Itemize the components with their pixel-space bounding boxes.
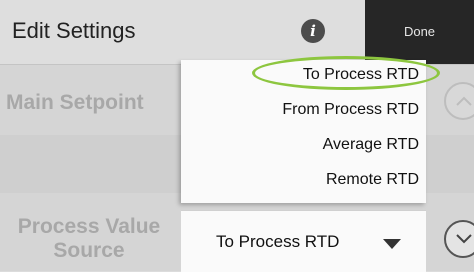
process-value-source-select[interactable]: To Process RTD (181, 210, 426, 272)
dropdown-option-to-process-rtd[interactable]: To Process RTD (303, 66, 419, 84)
done-button[interactable]: Done (365, 0, 474, 64)
info-icon[interactable]: i (301, 19, 325, 43)
main-setpoint-label: Main Setpoint (6, 91, 144, 114)
dropdown-option-remote-rtd[interactable]: Remote RTD (326, 171, 419, 189)
select-current-value: To Process RTD (216, 232, 340, 251)
decrement-button[interactable] (444, 220, 474, 258)
process-value-source-label-line1: Process Value (17, 215, 161, 238)
chevron-down-icon (456, 234, 472, 244)
process-value-source-dropdown: To Process RTD From Process RTD Average … (181, 60, 426, 203)
caret-down-icon (383, 239, 401, 249)
dropdown-option-average-rtd[interactable]: Average RTD (323, 136, 419, 154)
process-value-source-label: Process Value Source (0, 215, 178, 263)
header-bar: Edit Settings i Done (0, 0, 474, 65)
increment-button[interactable] (444, 82, 474, 120)
chevron-up-icon (456, 96, 472, 106)
page-title: Edit Settings (12, 18, 136, 43)
dropdown-option-from-process-rtd[interactable]: From Process RTD (282, 101, 419, 119)
process-value-source-label-line2: Source (53, 239, 125, 262)
